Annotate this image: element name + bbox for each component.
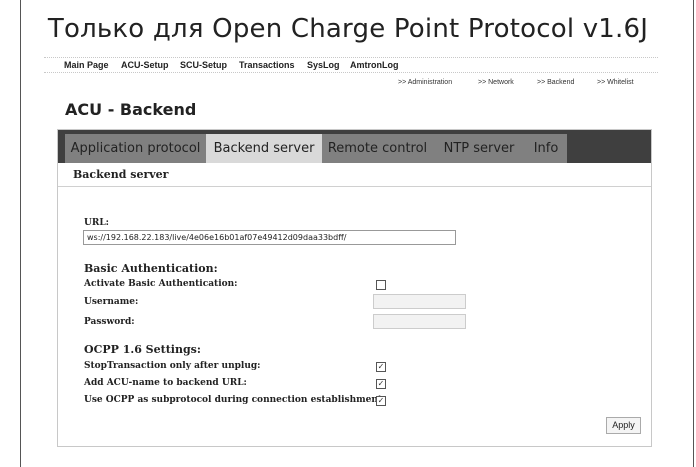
menu-transactions[interactable]: Transactions <box>239 60 295 70</box>
sub-menu: >> Administration >> Network >> Backend … <box>0 79 696 91</box>
page-title: ACU - Backend <box>65 100 197 119</box>
tab-ntp-server[interactable]: NTP server <box>433 134 525 163</box>
tab-bar: Application protocol Backend server Remo… <box>58 130 651 163</box>
activate-basic-auth-label: Activate Basic Authentication: <box>84 279 238 289</box>
ocpp-settings-heading: OCPP 1.6 Settings: <box>84 343 201 356</box>
url-input[interactable] <box>83 230 456 245</box>
section-title: Backend server <box>73 168 169 181</box>
menu-syslog[interactable]: SysLog <box>307 60 340 70</box>
stop-transaction-label: StopTransaction only after unplug: <box>84 361 261 371</box>
activate-basic-auth-checkbox[interactable] <box>376 280 386 290</box>
password-field[interactable] <box>373 314 466 329</box>
menu-main-page[interactable]: Main Page <box>64 60 109 70</box>
settings-panel: Application protocol Backend server Remo… <box>57 129 652 447</box>
submenu-network[interactable]: >> Network <box>478 79 514 86</box>
ocpp-subprotocol-checkbox[interactable]: ✓ <box>376 396 386 406</box>
tab-info[interactable]: Info <box>525 134 567 163</box>
username-field[interactable] <box>373 294 466 309</box>
ocpp-subprotocol-label: Use OCPP as subprotocol during connectio… <box>84 395 386 405</box>
menu-amtronlog[interactable]: AmtronLog <box>350 60 399 70</box>
add-acu-name-label: Add ACU-name to backend URL: <box>84 378 247 388</box>
add-acu-name-checkbox[interactable]: ✓ <box>376 379 386 389</box>
tab-application-protocol[interactable]: Application protocol <box>65 134 206 163</box>
submenu-administration[interactable]: >> Administration <box>398 79 452 86</box>
section-divider <box>58 186 651 187</box>
basic-auth-heading: Basic Authentication: <box>84 262 218 275</box>
tab-remote-control[interactable]: Remote control <box>322 134 433 163</box>
submenu-whitelist[interactable]: >> Whitelist <box>597 79 634 86</box>
banner-title: Только для Open Charge Point Protocol v1… <box>47 14 649 44</box>
submenu-backend[interactable]: >> Backend <box>537 79 574 86</box>
username-label: Username: <box>84 297 139 307</box>
apply-button[interactable]: Apply <box>606 417 641 434</box>
menu-acu-setup[interactable]: ACU-Setup <box>121 60 169 70</box>
menu-scu-setup[interactable]: SCU-Setup <box>180 60 227 70</box>
password-label: Password: <box>84 317 135 327</box>
url-label: URL: <box>84 218 109 228</box>
top-menu: Main Page ACU-Setup SCU-Setup Transactio… <box>44 57 658 73</box>
stop-transaction-checkbox[interactable]: ✓ <box>376 362 386 372</box>
tab-backend-server[interactable]: Backend server <box>206 134 322 163</box>
